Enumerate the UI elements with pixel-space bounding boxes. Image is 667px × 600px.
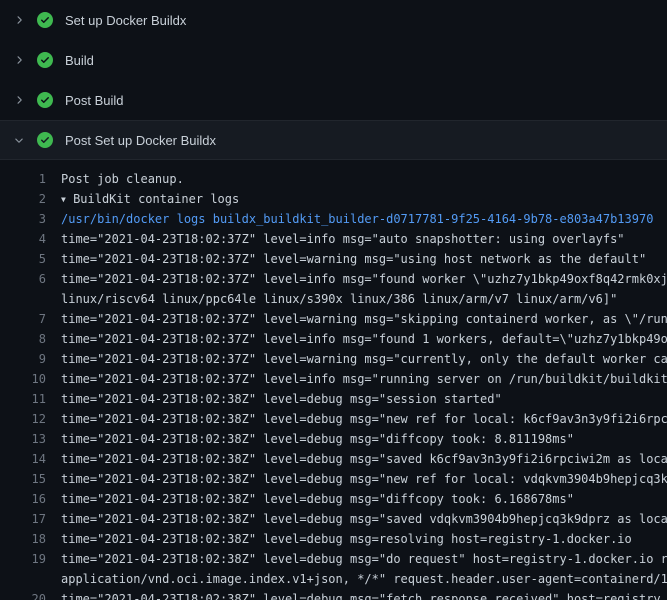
log-line: 19time="2021-04-23T18:02:38Z" level=debu… [0, 549, 667, 569]
log-text: time="2021-04-23T18:02:38Z" level=debug … [46, 429, 574, 449]
log-line-number[interactable]: 15 [0, 469, 46, 489]
log-text: time="2021-04-23T18:02:37Z" level=info m… [46, 269, 667, 289]
log-line-number[interactable]: 8 [0, 329, 46, 349]
log-line: 15time="2021-04-23T18:02:38Z" level=debu… [0, 469, 667, 489]
log-text: time="2021-04-23T18:02:38Z" level=debug … [46, 509, 667, 529]
log-line-number[interactable]: 7 [0, 309, 46, 329]
log-line: 1Post job cleanup. [0, 169, 667, 189]
log-line: 4time="2021-04-23T18:02:37Z" level=info … [0, 229, 667, 249]
log-line-continuation: linux/riscv64 linux/ppc64le linux/s390x … [0, 289, 667, 309]
log-text: time="2021-04-23T18:02:37Z" level=warnin… [46, 349, 667, 369]
chevron-right-icon [11, 12, 27, 28]
log-panel: 1Post job cleanup.2▼ BuildKit container … [0, 160, 667, 600]
log-line-number[interactable]: 16 [0, 489, 46, 509]
check-circle-icon [37, 132, 53, 148]
log-line: 14time="2021-04-23T18:02:38Z" level=debu… [0, 449, 667, 469]
log-line-number[interactable]: 14 [0, 449, 46, 469]
chevron-right-icon [11, 92, 27, 108]
log-line: 10time="2021-04-23T18:02:37Z" level=info… [0, 369, 667, 389]
log-line-number[interactable]: 11 [0, 389, 46, 409]
log-line: 16time="2021-04-23T18:02:38Z" level=debu… [0, 489, 667, 509]
log-line-number-empty [0, 569, 46, 589]
log-text: time="2021-04-23T18:02:38Z" level=debug … [46, 589, 661, 600]
log-text: application/vnd.oci.image.index.v1+json,… [46, 569, 667, 589]
check-circle-icon [37, 12, 53, 28]
log-text: time="2021-04-23T18:02:38Z" level=debug … [46, 449, 667, 469]
log-text: time="2021-04-23T18:02:37Z" level=info m… [46, 229, 625, 249]
log-text: time="2021-04-23T18:02:37Z" level=warnin… [46, 309, 667, 329]
log-line-number[interactable]: 12 [0, 409, 46, 429]
log-line: 20time="2021-04-23T18:02:38Z" level=debu… [0, 589, 667, 600]
step-header[interactable]: Post Set up Docker Buildx [0, 120, 667, 160]
log-text: time="2021-04-23T18:02:37Z" level=info m… [46, 369, 667, 389]
log-line: 18time="2021-04-23T18:02:38Z" level=debu… [0, 529, 667, 549]
log-text: time="2021-04-23T18:02:37Z" level=info m… [46, 329, 667, 349]
log-group-toggle[interactable]: ▼ BuildKit container logs [46, 189, 239, 209]
log-line: 17time="2021-04-23T18:02:38Z" level=debu… [0, 509, 667, 529]
log-line-number[interactable]: 6 [0, 269, 46, 289]
check-circle-icon [37, 52, 53, 68]
step-header[interactable]: Set up Docker Buildx [0, 0, 667, 40]
log-line: 5time="2021-04-23T18:02:37Z" level=warni… [0, 249, 667, 269]
log-text: time="2021-04-23T18:02:38Z" level=debug … [46, 529, 632, 549]
log-line-number[interactable]: 13 [0, 429, 46, 449]
step-title: Post Build [65, 93, 124, 108]
log-line-number[interactable]: 20 [0, 589, 46, 600]
log-text: linux/riscv64 linux/ppc64le linux/s390x … [46, 289, 617, 309]
log-text: time="2021-04-23T18:02:38Z" level=debug … [46, 409, 667, 429]
log-line: 12time="2021-04-23T18:02:38Z" level=debu… [0, 409, 667, 429]
log-line-number[interactable]: 1 [0, 169, 46, 189]
log-line: 13time="2021-04-23T18:02:38Z" level=debu… [0, 429, 667, 449]
log-line: 6time="2021-04-23T18:02:37Z" level=info … [0, 269, 667, 289]
log-line: 11time="2021-04-23T18:02:38Z" level=debu… [0, 389, 667, 409]
log-line-number[interactable]: 17 [0, 509, 46, 529]
log-line-number-empty [0, 289, 46, 309]
steps-list: Set up Docker Buildx Build Post Build Post … [0, 0, 667, 160]
log-line-continuation: application/vnd.oci.image.index.v1+json,… [0, 569, 667, 589]
triangle-down-icon: ▼ [61, 190, 66, 209]
log-line: 8time="2021-04-23T18:02:37Z" level=info … [0, 329, 667, 349]
log-text: time="2021-04-23T18:02:38Z" level=debug … [46, 389, 502, 409]
log-group-title: BuildKit container logs [73, 192, 239, 206]
log-line-number[interactable]: 4 [0, 229, 46, 249]
chevron-right-icon [11, 52, 27, 68]
log-line-number[interactable]: 3 [0, 209, 46, 229]
log-text: /usr/bin/docker logs buildx_buildkit_bui… [46, 209, 653, 229]
log-line-number[interactable]: 10 [0, 369, 46, 389]
log-text: time="2021-04-23T18:02:37Z" level=warnin… [46, 249, 646, 269]
step-header[interactable]: Post Build [0, 80, 667, 120]
chevron-down-icon [11, 132, 27, 148]
log-text: time="2021-04-23T18:02:38Z" level=debug … [46, 549, 667, 569]
actions-log-viewer: Set up Docker Buildx Build Post Build Post … [0, 0, 667, 600]
log-line-number[interactable]: 18 [0, 529, 46, 549]
log-line: 9time="2021-04-23T18:02:37Z" level=warni… [0, 349, 667, 369]
step-title: Post Set up Docker Buildx [65, 133, 216, 148]
check-circle-icon [37, 92, 53, 108]
log-line: 3/usr/bin/docker logs buildx_buildkit_bu… [0, 209, 667, 229]
log-line-number[interactable]: 9 [0, 349, 46, 369]
log-text: time="2021-04-23T18:02:38Z" level=debug … [46, 489, 574, 509]
log-line: 7time="2021-04-23T18:02:37Z" level=warni… [0, 309, 667, 329]
step-header[interactable]: Build [0, 40, 667, 80]
log-line-number[interactable]: 5 [0, 249, 46, 269]
log-line: 2▼ BuildKit container logs [0, 189, 667, 209]
log-text: time="2021-04-23T18:02:38Z" level=debug … [46, 469, 667, 489]
log-text: Post job cleanup. [46, 169, 184, 189]
log-line-number[interactable]: 2 [0, 189, 46, 209]
step-title: Set up Docker Buildx [65, 13, 186, 28]
log-line-number[interactable]: 19 [0, 549, 46, 569]
step-title: Build [65, 53, 94, 68]
